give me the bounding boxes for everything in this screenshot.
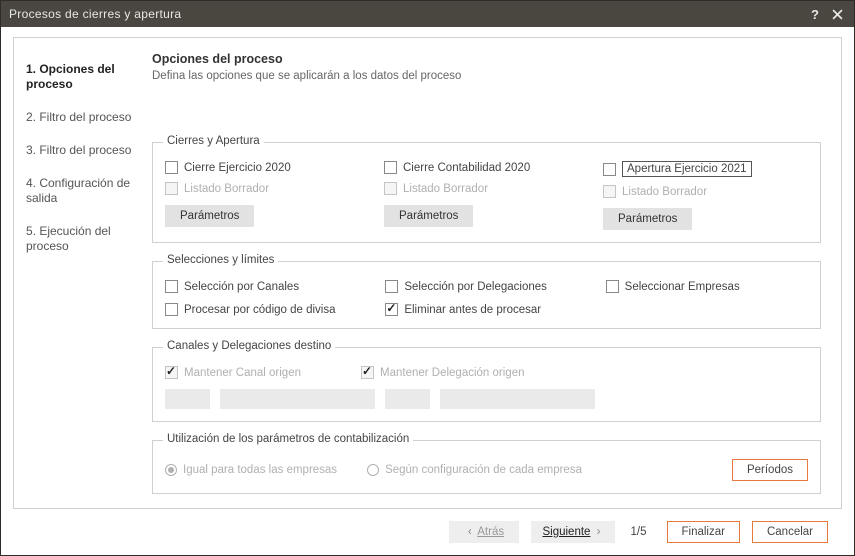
- step-1[interactable]: 1. Opciones del proceso: [26, 62, 134, 92]
- rdo-util-each: Según configuración de cada empresa: [367, 464, 582, 476]
- dest-deleg-code: [385, 389, 430, 409]
- chevron-left-icon: ‹: [468, 526, 472, 538]
- step-5[interactable]: 5. Ejecución del proceso: [26, 224, 134, 254]
- close-button[interactable]: [828, 5, 846, 23]
- chk-sel-delegaciones-box[interactable]: [385, 280, 398, 293]
- group-limits-legend: Selecciones y límites: [163, 254, 278, 266]
- group-dest: Canales y Delegaciones destino Mantener …: [152, 347, 821, 422]
- chk-proc-divisa-label: Procesar por código de divisa: [184, 304, 336, 316]
- chk-keep-canal-box: [165, 366, 178, 379]
- chk-keep-canal: Mantener Canal origen: [165, 366, 301, 379]
- dest-canal-name: [220, 389, 375, 409]
- chk-sel-canales-label: Selección por Canales: [184, 281, 299, 293]
- closes-col-1: Cierre Ejercicio 2020 Listado Borrador P…: [165, 161, 370, 230]
- rdo-util-each-label: Según configuración de cada empresa: [385, 464, 582, 476]
- chk-apertura-ejercicio[interactable]: Apertura Ejercicio 2021: [603, 161, 808, 177]
- rdo-util-all-box: [165, 464, 177, 476]
- close-icon: [832, 9, 843, 20]
- btn-back-label: Atrás: [477, 526, 504, 538]
- chk-proc-divisa[interactable]: Procesar por código de divisa: [165, 303, 367, 316]
- group-closes: Cierres y Apertura Cierre Ejercicio 2020…: [152, 142, 821, 243]
- chk-keep-deleg-label: Mantener Delegación origen: [380, 367, 524, 379]
- dest-deleg-name: [440, 389, 595, 409]
- btn-cancel[interactable]: Cancelar: [752, 521, 828, 543]
- step-2[interactable]: 2. Filtro del proceso: [26, 110, 134, 125]
- chk-sel-delegaciones-label: Selección por Delegaciones: [404, 281, 547, 293]
- btn-param-3[interactable]: Parámetros: [603, 208, 692, 230]
- chk-sel-canales[interactable]: Selección por Canales: [165, 280, 367, 293]
- chk-cierre-contabilidad-box[interactable]: [384, 161, 397, 174]
- chk-sel-empresas[interactable]: Seleccionar Empresas: [606, 280, 808, 293]
- options-panel: Opciones del proceso Defina las opciones…: [144, 38, 841, 508]
- step-4[interactable]: 4. Configuración de salida: [26, 176, 134, 206]
- window-title: Procesos de cierres y apertura: [9, 7, 802, 21]
- chevron-right-icon: ›: [597, 526, 601, 538]
- rdo-util-all-label: Igual para todas las empresas: [183, 464, 337, 476]
- btn-periods[interactable]: Períodos: [732, 459, 808, 481]
- chk-listado-1-box: [165, 182, 178, 195]
- chk-listado-2-label: Listado Borrador: [403, 183, 488, 195]
- chk-sel-delegaciones[interactable]: Selección por Delegaciones: [385, 280, 587, 293]
- dest-inputs: [165, 389, 808, 409]
- chk-keep-deleg: Mantener Delegación origen: [361, 366, 524, 379]
- chk-sel-empresas-box[interactable]: [606, 280, 619, 293]
- chk-elim-procesar-label: Eliminar antes de procesar: [404, 304, 541, 316]
- chk-cierre-ejercicio-box[interactable]: [165, 161, 178, 174]
- chk-cierre-ejercicio[interactable]: Cierre Ejercicio 2020: [165, 161, 370, 174]
- chk-listado-3: Listado Borrador: [603, 185, 808, 198]
- chk-listado-1-label: Listado Borrador: [184, 183, 269, 195]
- step-3[interactable]: 3. Filtro del proceso: [26, 143, 134, 158]
- chk-sel-canales-box[interactable]: [165, 280, 178, 293]
- help-button[interactable]: ?: [806, 5, 824, 23]
- chk-elim-procesar[interactable]: Eliminar antes de procesar: [385, 303, 587, 316]
- btn-next[interactable]: Siguiente ›: [531, 521, 614, 543]
- chk-listado-2: Listado Borrador: [384, 182, 589, 195]
- page-title: Opciones del proceso: [152, 52, 821, 66]
- closes-col-2: Cierre Contabilidad 2020 Listado Borrado…: [384, 161, 589, 230]
- wizard-footer: ‹ Atrás Siguiente › 1/5 Finalizar Cancel…: [13, 509, 842, 555]
- group-closes-legend: Cierres y Apertura: [163, 135, 264, 147]
- page-indicator: 1/5: [631, 526, 647, 538]
- chk-listado-3-label: Listado Borrador: [622, 186, 707, 198]
- chk-cierre-contabilidad-label: Cierre Contabilidad 2020: [403, 162, 530, 174]
- chk-sel-empresas-label: Seleccionar Empresas: [625, 281, 740, 293]
- chk-proc-divisa-box[interactable]: [165, 303, 178, 316]
- btn-next-label: Siguiente: [542, 526, 590, 538]
- closes-col-3: Apertura Ejercicio 2021 Listado Borrador…: [603, 161, 808, 230]
- chk-apertura-ejercicio-box[interactable]: [603, 163, 616, 176]
- group-dest-legend: Canales y Delegaciones destino: [163, 340, 335, 352]
- chk-keep-deleg-box: [361, 366, 374, 379]
- rdo-util-each-box: [367, 464, 379, 476]
- chk-listado-3-box: [603, 185, 616, 198]
- chk-listado-2-box: [384, 182, 397, 195]
- chk-cierre-contabilidad[interactable]: Cierre Contabilidad 2020: [384, 161, 589, 174]
- btn-back[interactable]: ‹ Atrás: [449, 521, 519, 543]
- rdo-util-all: Igual para todas las empresas: [165, 464, 337, 476]
- btn-param-2[interactable]: Parámetros: [384, 205, 473, 227]
- group-util-legend: Utilización de los parámetros de contabi…: [163, 433, 413, 445]
- btn-finish[interactable]: Finalizar: [667, 521, 740, 543]
- chk-apertura-ejercicio-label: Apertura Ejercicio 2021: [622, 161, 752, 177]
- page-subtitle: Defina las opciones que se aplicarán a l…: [152, 70, 821, 82]
- chk-keep-canal-label: Mantener Canal origen: [184, 367, 301, 379]
- group-limits: Selecciones y límites Selección por Cana…: [152, 261, 821, 329]
- btn-param-1[interactable]: Parámetros: [165, 205, 254, 227]
- chk-cierre-ejercicio-label: Cierre Ejercicio 2020: [184, 162, 291, 174]
- wizard-steps: 1. Opciones del proceso 2. Filtro del pr…: [14, 38, 144, 508]
- titlebar: Procesos de cierres y apertura ?: [1, 1, 854, 27]
- chk-listado-1: Listado Borrador: [165, 182, 370, 195]
- group-util: Utilización de los parámetros de contabi…: [152, 440, 821, 494]
- dest-canal-code: [165, 389, 210, 409]
- chk-elim-procesar-box[interactable]: [385, 303, 398, 316]
